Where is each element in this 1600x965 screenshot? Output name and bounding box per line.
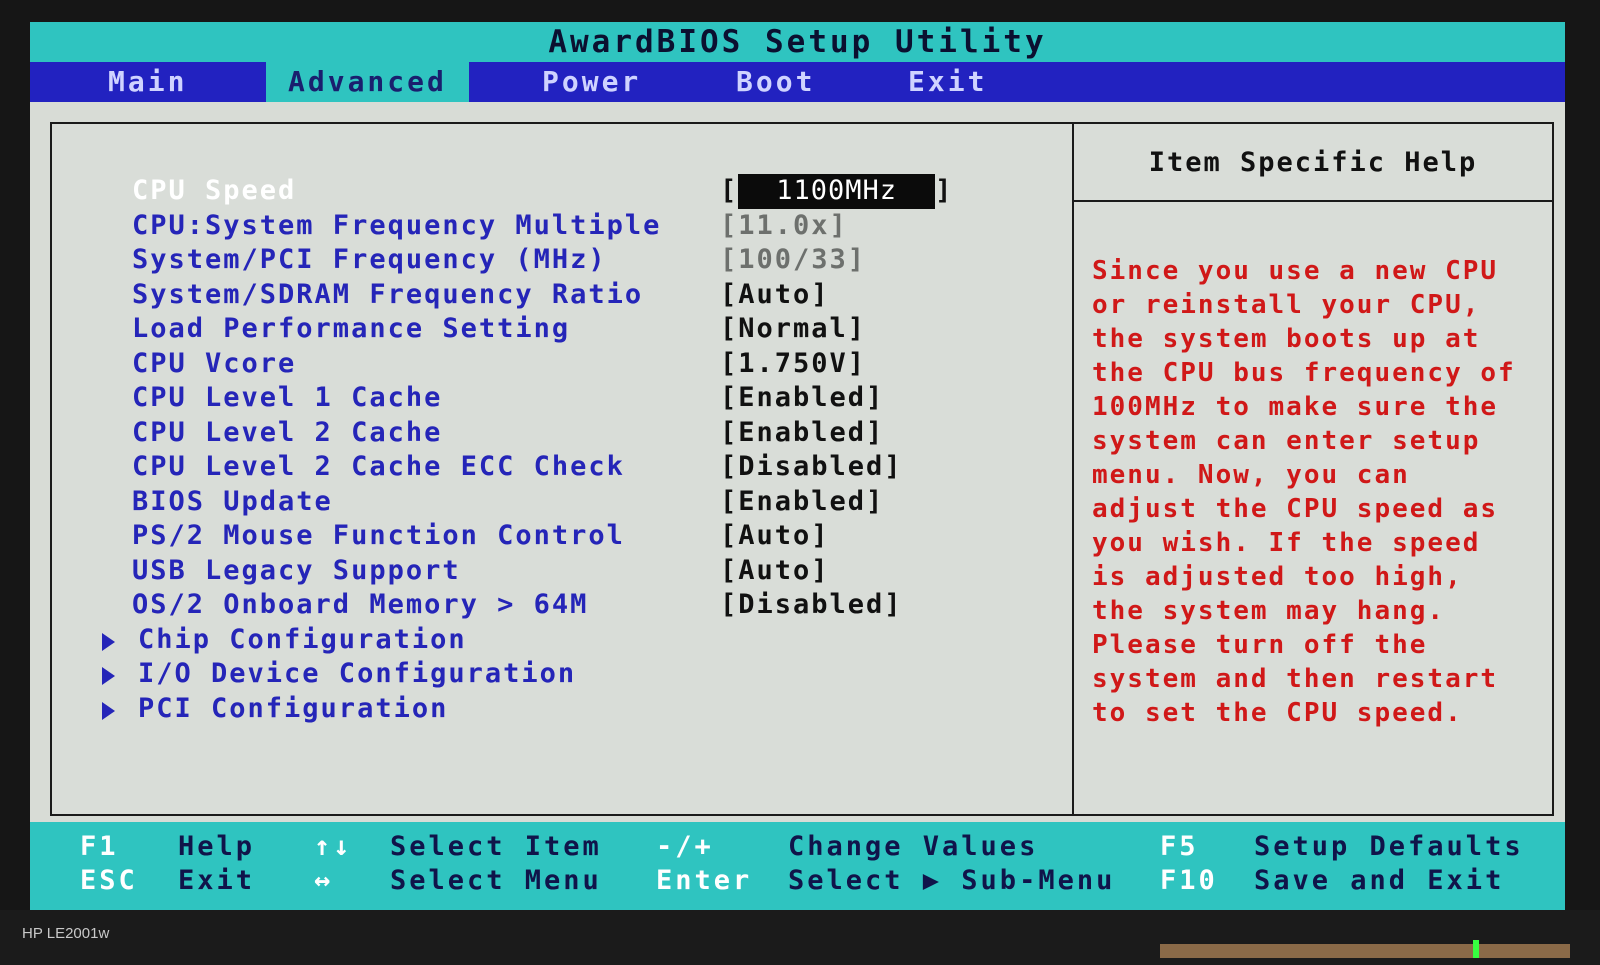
key-enter: Enter: [656, 865, 753, 896]
submenu-chip-configuration[interactable]: Chip Configuration: [102, 623, 1062, 658]
setting-value[interactable]: [Disabled]: [720, 588, 903, 623]
key-esc-desc: Exit: [178, 865, 256, 896]
setting-value: [100/33]: [720, 244, 867, 275]
submenu-pci-configuration[interactable]: PCI Configuration: [102, 692, 1062, 727]
setting-bios-update[interactable]: BIOS Update [Enabled]: [112, 485, 1062, 520]
setting-cpu-l1-cache[interactable]: CPU Level 1 Cache [Enabled]: [112, 381, 1062, 416]
setting-ps2-mouse[interactable]: PS/2 Mouse Function Control [Auto]: [112, 519, 1062, 554]
setting-value: [11.0x]: [720, 209, 848, 241]
setting-usb-legacy[interactable]: USB Legacy Support [Auto]: [112, 554, 1062, 589]
setting-label: CPU Speed: [132, 175, 297, 206]
setting-value[interactable]: [Disabled]: [720, 450, 903, 485]
key-enter-desc: Select ▶ Sub-Menu: [788, 865, 1116, 896]
setting-value-selected[interactable]: [1100MHz]: [720, 174, 953, 209]
key-f5: F5: [1160, 831, 1199, 862]
submenu-label: I/O Device Configuration: [138, 658, 577, 689]
help-text: Since you use a new CPU or reinstall you…: [1092, 256, 1516, 728]
setting-value[interactable]: [Auto]: [720, 278, 830, 313]
key-f10-desc: Save and Exit: [1254, 865, 1505, 896]
submenu-label: Chip Configuration: [138, 623, 467, 655]
bios-title: AwardBIOS Setup Utility: [30, 22, 1565, 62]
setting-value[interactable]: [Normal]: [720, 312, 866, 347]
setting-cpu-speed[interactable]: CPU Speed [1100MHz]: [112, 174, 1062, 209]
submenu-arrow-icon: [102, 632, 115, 651]
help-title: Item Specific Help: [1074, 124, 1552, 202]
setting-cpu-system-frequency-multiple: CPU:System Frequency Multiple [11.0x]: [112, 209, 1062, 244]
key-f5-desc: Setup Defaults: [1254, 831, 1524, 862]
key-left-right: ↔: [314, 865, 334, 896]
tab-boot[interactable]: Boot: [736, 62, 815, 102]
setting-label: System/PCI Frequency (MHz): [132, 244, 607, 275]
setting-cpu-vcore[interactable]: CPU Vcore [1.750V]: [112, 347, 1062, 382]
panel-divider: [1072, 124, 1074, 814]
monitor-brand-label: HP LE2001w: [22, 925, 110, 942]
settings-frame: CPU Speed [1100MHz] CPU:System Frequency…: [50, 122, 1554, 816]
key-f1: F1: [80, 831, 119, 862]
submenu-arrow-icon: [102, 701, 115, 720]
key-legend: F1 Help ↑↓ Select Item -/+ Change Values…: [30, 822, 1565, 910]
setting-value[interactable]: [Enabled]: [720, 416, 884, 451]
submenu-arrow-icon: [102, 667, 115, 685]
key-left-right-desc: Select Menu: [390, 865, 602, 896]
setting-value[interactable]: [Enabled]: [720, 381, 884, 416]
submenu-label: PCI Configuration: [138, 692, 449, 724]
menu-bar: Main Advanced Power Boot Exit: [30, 62, 1565, 102]
key-up-down: ↑↓: [314, 831, 353, 862]
setting-label: CPU Level 2 Cache: [132, 416, 443, 448]
selected-value-highlight[interactable]: 1100MHz: [738, 174, 936, 209]
key-up-down-desc: Select Item: [390, 831, 602, 862]
setting-cpu-l2-cache[interactable]: CPU Level 2 Cache [Enabled]: [112, 416, 1062, 451]
setting-value[interactable]: [Auto]: [720, 519, 830, 554]
tab-power[interactable]: Power: [542, 62, 641, 102]
key-minus-plus: -/+: [656, 831, 714, 862]
setting-cpu-l2-cache-ecc[interactable]: CPU Level 2 Cache ECC Check [Disabled]: [112, 450, 1062, 485]
setting-label: PS/2 Mouse Function Control: [132, 520, 625, 551]
key-minus-plus-desc: Change Values: [788, 831, 1039, 862]
power-led-icon: [1473, 940, 1479, 958]
setting-label: CPU:System Frequency Multiple: [132, 209, 662, 241]
setting-label: CPU Level 1 Cache: [132, 382, 443, 413]
setting-os2-memory[interactable]: OS/2 Onboard Memory > 64M [Disabled]: [112, 588, 1062, 623]
key-f1-desc: Help: [178, 831, 256, 862]
tab-exit[interactable]: Exit: [908, 62, 987, 102]
setting-value[interactable]: [Enabled]: [720, 485, 884, 520]
tab-main[interactable]: Main: [108, 62, 187, 102]
setting-system-pci-frequency: System/PCI Frequency (MHz) [100/33]: [112, 243, 1062, 278]
settings-list: CPU Speed [1100MHz] CPU:System Frequency…: [102, 174, 1062, 727]
setting-load-performance[interactable]: Load Performance Setting [Normal]: [112, 312, 1062, 347]
setting-value[interactable]: [Auto]: [720, 554, 830, 589]
setting-label: Load Performance Setting: [132, 313, 571, 344]
bios-screen: AwardBIOS Setup Utility Main Advanced Po…: [30, 22, 1565, 910]
setting-label: System/SDRAM Frequency Ratio: [132, 278, 644, 310]
key-f10: F10: [1160, 865, 1218, 896]
submenu-io-device-configuration[interactable]: I/O Device Configuration: [102, 657, 1062, 692]
monitor-buttons: [1160, 944, 1570, 958]
setting-label: BIOS Update: [132, 485, 333, 517]
setting-label: CPU Level 2 Cache ECC Check: [132, 451, 625, 482]
tab-advanced[interactable]: Advanced: [266, 62, 469, 102]
key-esc: ESC: [80, 865, 138, 896]
setting-label: OS/2 Onboard Memory > 64M: [132, 589, 589, 620]
setting-label: USB Legacy Support: [132, 554, 461, 586]
setting-label: CPU Vcore: [132, 347, 297, 379]
setting-value[interactable]: [1.750V]: [720, 347, 866, 382]
setting-system-sdram-frequency-ratio[interactable]: System/SDRAM Frequency Ratio [Auto]: [112, 278, 1062, 313]
